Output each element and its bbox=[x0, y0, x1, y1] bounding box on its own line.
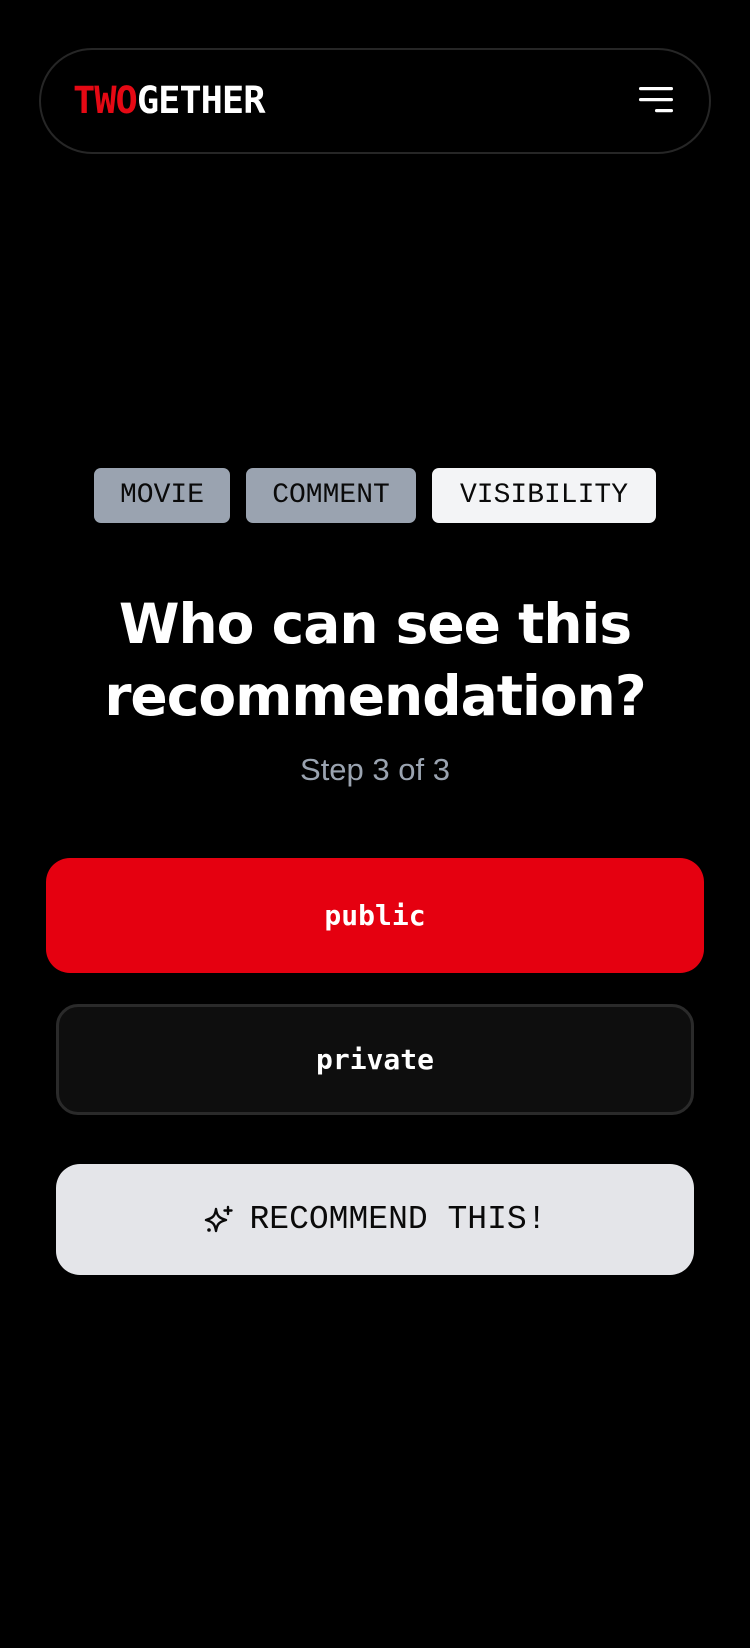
visibility-option-public[interactable]: public bbox=[46, 858, 704, 973]
top-nav-bar: TWOGETHER bbox=[39, 48, 711, 154]
step-indicator: MOVIE COMMENT VISIBILITY bbox=[0, 468, 750, 523]
logo-part-gether: GETHER bbox=[136, 79, 266, 122]
hamburger-menu-icon[interactable] bbox=[635, 80, 675, 120]
step-comment[interactable]: COMMENT bbox=[246, 468, 416, 523]
step-visibility[interactable]: VISIBILITY bbox=[432, 468, 656, 523]
page-title: Who can see this recommendation? bbox=[104, 592, 646, 728]
recommend-button[interactable]: RECOMMEND THIS! bbox=[56, 1164, 694, 1275]
step-movie[interactable]: MOVIE bbox=[94, 468, 230, 523]
recommend-button-label: RECOMMEND THIS! bbox=[249, 1201, 547, 1238]
app-logo[interactable]: TWOGETHER bbox=[73, 79, 266, 122]
step-counter: Step 3 of 3 bbox=[300, 752, 450, 787]
sparkles-icon bbox=[205, 1205, 234, 1232]
logo-part-two: TWO bbox=[73, 79, 138, 122]
visibility-option-private[interactable]: private bbox=[56, 1004, 694, 1115]
